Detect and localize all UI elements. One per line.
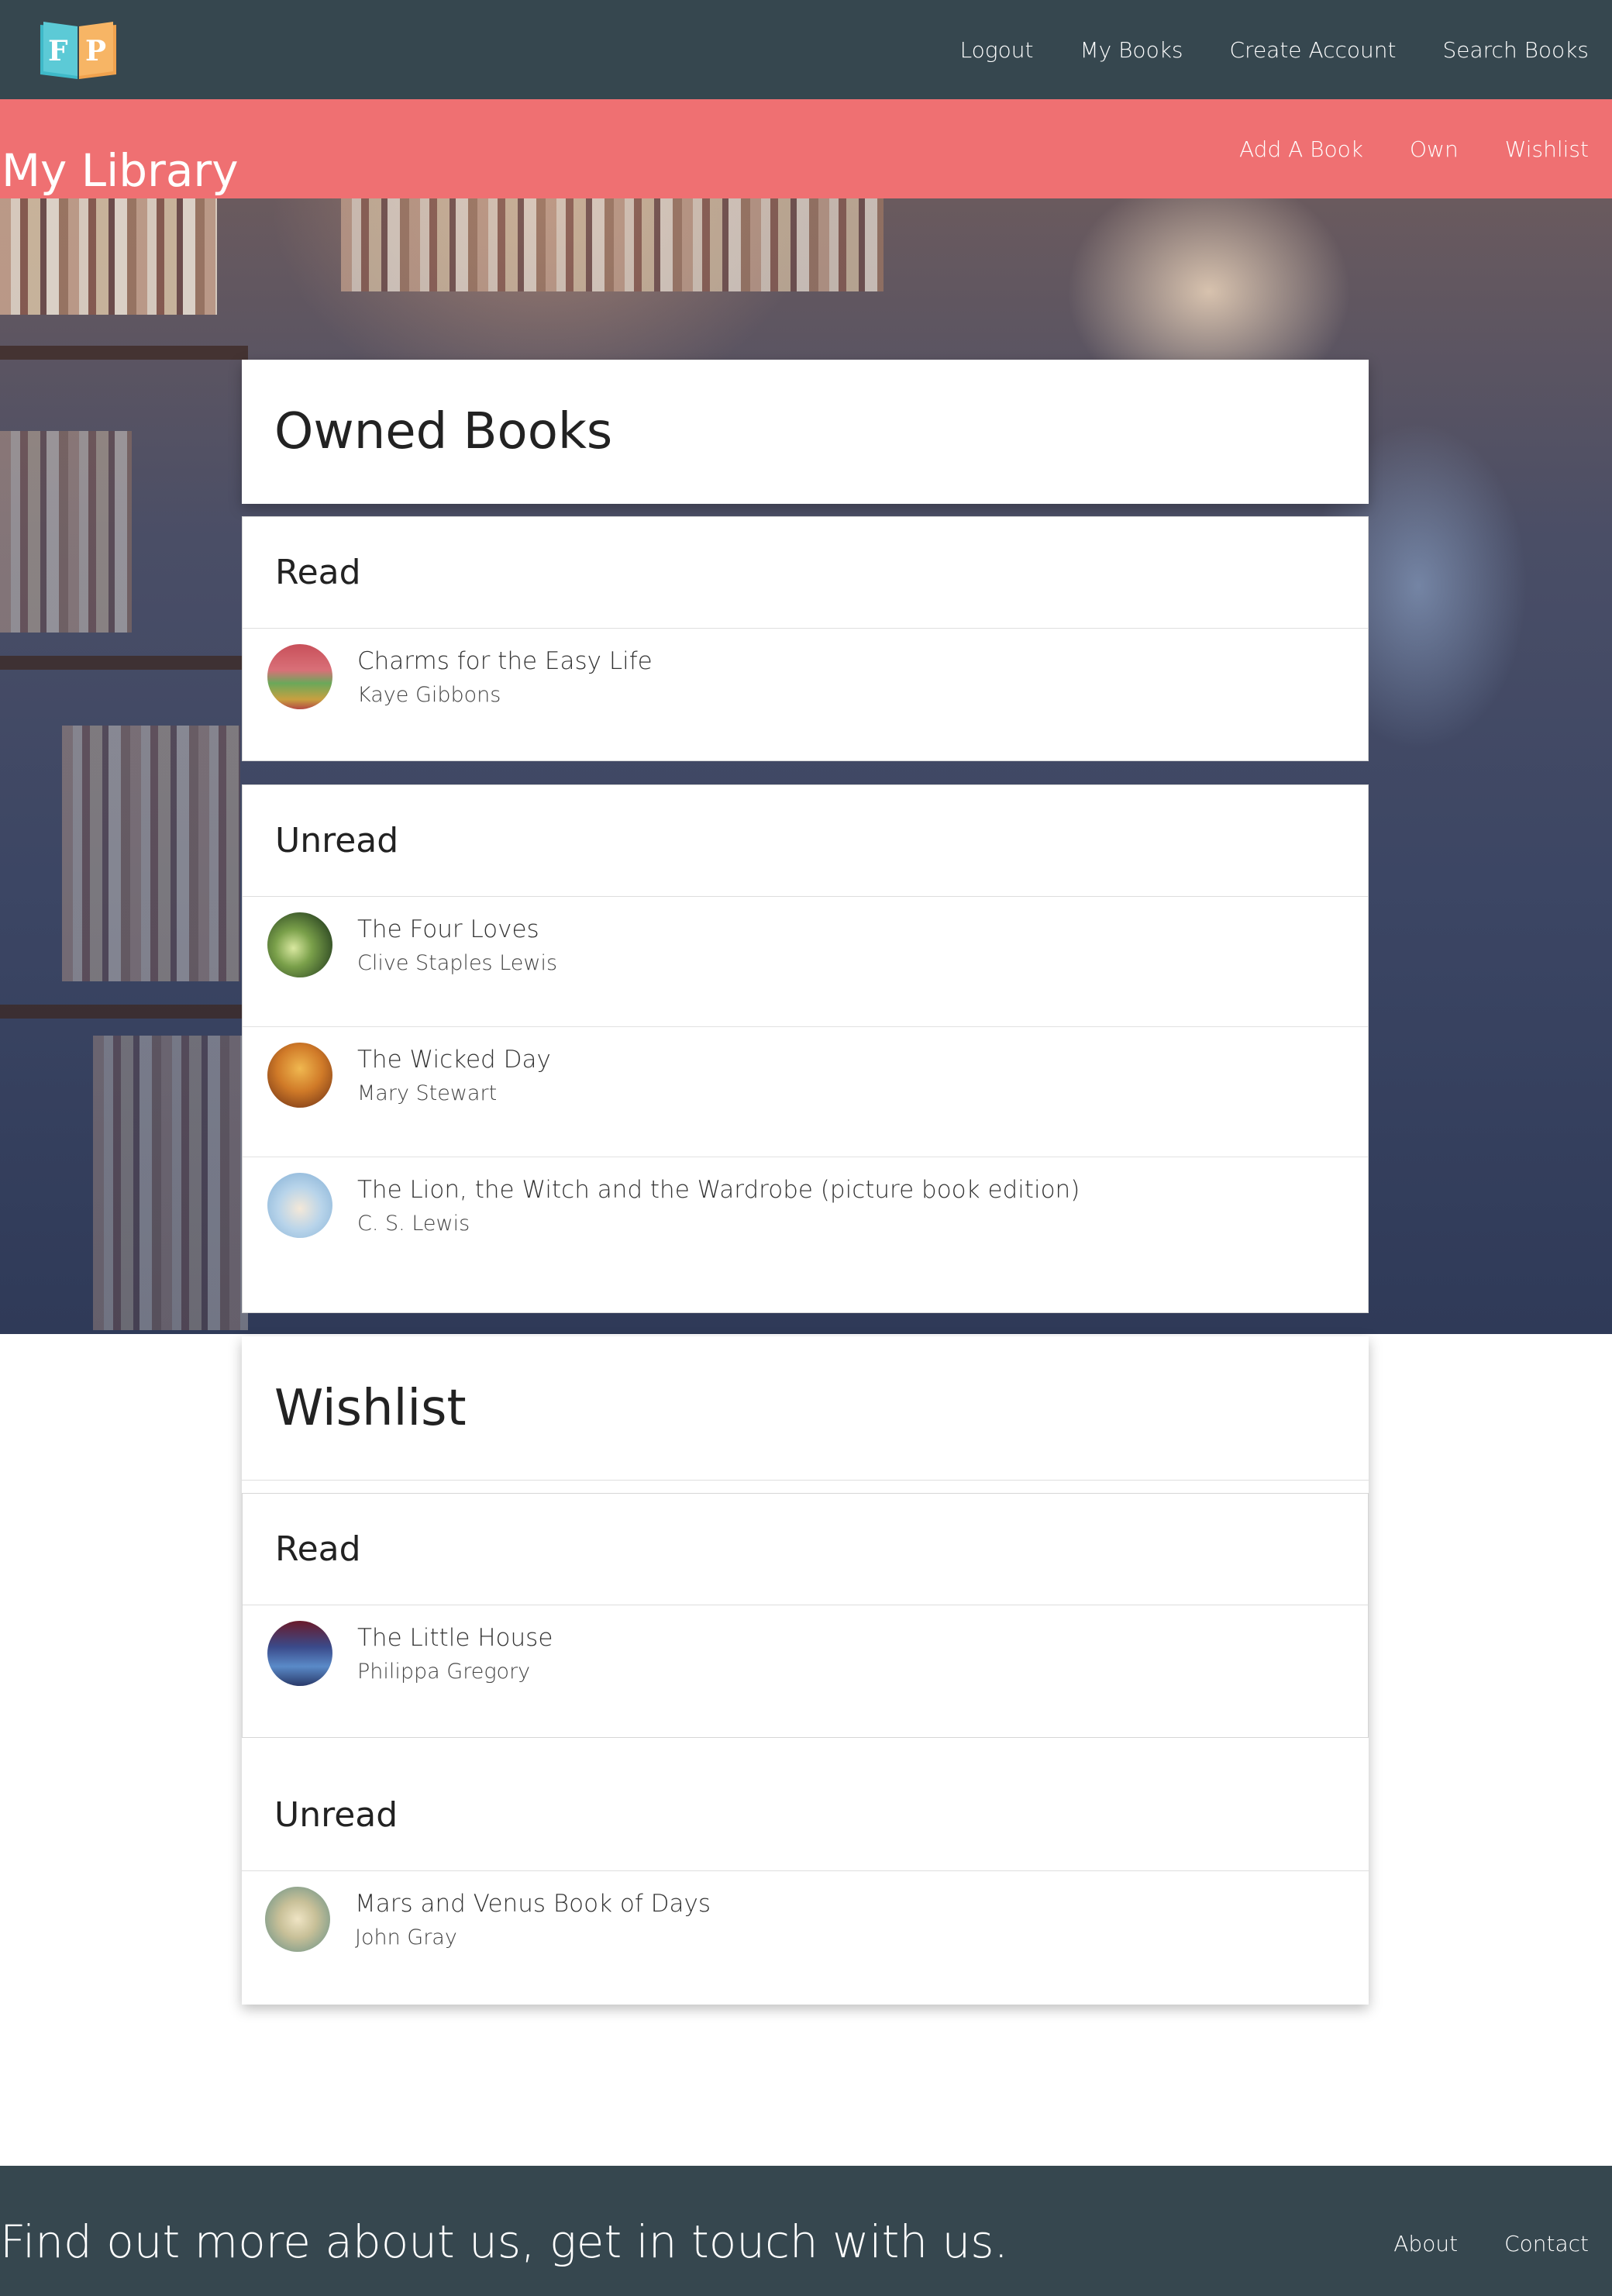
book-author: Philippa Gregory bbox=[357, 1660, 531, 1684]
book-title: Mars and Venus Book of Days bbox=[355, 1890, 711, 1918]
book-author: Mary Stewart bbox=[357, 1081, 498, 1105]
bookshelf-decoration bbox=[62, 726, 240, 981]
owned-read-section: Read Charms for the Easy Life Kaye Gibbo… bbox=[242, 516, 1369, 761]
logo-book-icon[interactable]: F P bbox=[37, 17, 119, 82]
subnav-add-book-link[interactable]: Add A Book bbox=[1239, 136, 1363, 162]
book-author: John Gray bbox=[355, 1925, 457, 1950]
library-subnav: My Library Add A Book Own Wishlist bbox=[0, 99, 1612, 198]
list-item[interactable]: Mars and Venus Book of Days John Gray bbox=[242, 1871, 1369, 2001]
book-cover-thumbnail bbox=[267, 644, 332, 709]
subnav-wishlist-link[interactable]: Wishlist bbox=[1505, 136, 1589, 162]
footer-tagline: Find out more about us, get in touch wit… bbox=[0, 2215, 1008, 2268]
wishlist-unread-heading: Unread bbox=[242, 1738, 1369, 1871]
book-cover-thumbnail bbox=[267, 1621, 332, 1686]
nav-create-account-link[interactable]: Create Account bbox=[1230, 37, 1397, 63]
wishlist-read-section: Read The Little House Philippa Gregory bbox=[242, 1493, 1369, 1738]
svg-text:P: P bbox=[85, 35, 106, 67]
book-title: The Wicked Day bbox=[357, 1046, 551, 1074]
bookshelf-decoration bbox=[93, 1036, 248, 1330]
book-cover-thumbnail bbox=[265, 1887, 330, 1952]
list-item[interactable]: The Four Loves Clive Staples Lewis bbox=[243, 897, 1368, 1027]
book-cover-thumbnail bbox=[267, 1173, 332, 1238]
wishlist-read-heading: Read bbox=[243, 1494, 1368, 1605]
bookshelf-decoration bbox=[0, 198, 217, 315]
svg-text:F: F bbox=[48, 35, 68, 67]
book-author: Kaye Gibbons bbox=[357, 683, 501, 707]
shelf-decoration bbox=[0, 346, 248, 360]
list-item[interactable]: The Wicked Day Mary Stewart bbox=[243, 1027, 1368, 1157]
bookshelf-decoration bbox=[0, 431, 132, 633]
book-cover-thumbnail bbox=[267, 1043, 332, 1108]
list-item[interactable]: The Little House Philippa Gregory bbox=[243, 1605, 1368, 1736]
nav-my-books-link[interactable]: My Books bbox=[1080, 37, 1183, 63]
owned-unread-section: Unread The Four Loves Clive Staples Lewi… bbox=[242, 784, 1369, 1313]
footer-contact-link[interactable]: Contact bbox=[1504, 2231, 1589, 2256]
book-title: Charms for the Easy Life bbox=[357, 647, 653, 675]
shelf-decoration bbox=[0, 1005, 248, 1019]
bookshelf-decoration bbox=[341, 198, 884, 291]
subnav-own-link[interactable]: Own bbox=[1410, 136, 1459, 162]
nav-logout-link[interactable]: Logout bbox=[960, 37, 1034, 63]
book-cover-thumbnail bbox=[267, 912, 332, 977]
book-title: The Little House bbox=[357, 1624, 553, 1652]
list-item[interactable]: The Lion, the Witch and the Wardrobe (pi… bbox=[243, 1157, 1368, 1288]
footer: Find out more about us, get in touch wit… bbox=[0, 2166, 1612, 2296]
shelf-decoration bbox=[0, 656, 248, 670]
wishlist-title: Wishlist bbox=[242, 1336, 1369, 1481]
top-navbar: F P Logout My Books Create Account Searc… bbox=[0, 0, 1612, 99]
owned-read-heading: Read bbox=[243, 517, 1368, 629]
owned-card-bottom-border bbox=[242, 1290, 1369, 1313]
owned-unread-heading: Unread bbox=[243, 785, 1368, 897]
nav-search-books-link[interactable]: Search Books bbox=[1443, 37, 1590, 63]
book-title: The Four Loves bbox=[357, 915, 539, 943]
book-author: C. S. Lewis bbox=[357, 1212, 470, 1236]
list-item[interactable]: Charms for the Easy Life Kaye Gibbons bbox=[243, 629, 1368, 759]
wishlist-unread-section: Unread Mars and Venus Book of Days John … bbox=[242, 1738, 1369, 2005]
owned-books-card: Owned Books bbox=[242, 360, 1369, 504]
page-title: My Library bbox=[2, 144, 239, 197]
owned-books-title: Owned Books bbox=[274, 403, 613, 460]
footer-about-link[interactable]: About bbox=[1393, 2231, 1458, 2256]
book-author: Clive Staples Lewis bbox=[357, 951, 558, 975]
book-title: The Lion, the Witch and the Wardrobe (pi… bbox=[357, 1176, 1080, 1204]
